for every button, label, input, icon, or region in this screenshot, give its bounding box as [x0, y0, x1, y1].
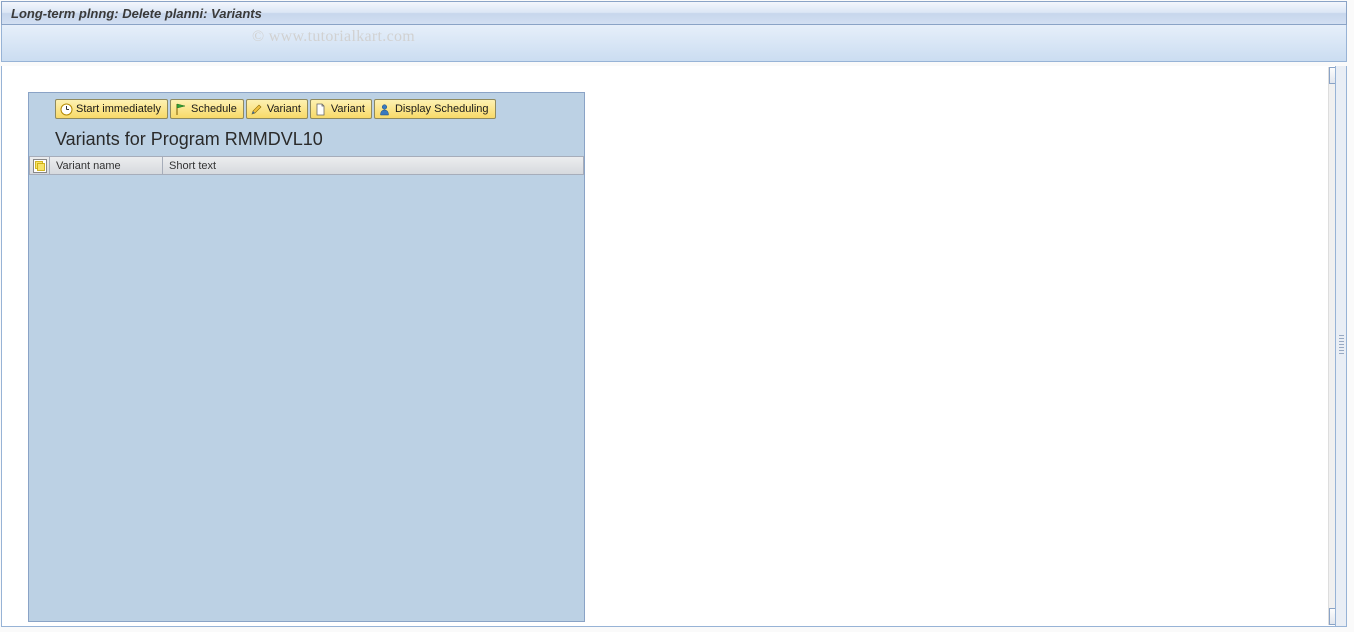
application-toolbar [1, 25, 1347, 62]
variants-panel: Start immediately Schedule [28, 92, 585, 622]
select-all-icon [33, 159, 47, 173]
document-icon [314, 102, 328, 116]
section-heading: Variants for Program RMMDVL10 [29, 125, 584, 156]
select-all-cell[interactable] [29, 156, 50, 175]
button-label: Start immediately [76, 103, 161, 115]
variant-edit-button[interactable]: Variant [246, 99, 308, 119]
clock-icon [59, 102, 73, 116]
column-header-variant-name[interactable]: Variant name [50, 156, 163, 175]
button-label: Display Scheduling [395, 103, 489, 115]
panel-button-toolbar: Start immediately Schedule [29, 93, 584, 125]
start-immediately-button[interactable]: Start immediately [55, 99, 168, 119]
variant-new-button[interactable]: Variant [310, 99, 372, 119]
flag-icon [174, 102, 188, 116]
column-header-short-text[interactable]: Short text [163, 156, 584, 175]
button-label: Schedule [191, 103, 237, 115]
schedule-button[interactable]: Schedule [170, 99, 244, 119]
button-label: Variant [267, 103, 301, 115]
button-label: Variant [331, 103, 365, 115]
resize-handle[interactable] [1335, 66, 1346, 626]
table-header-row: Variant name Short text [29, 156, 584, 175]
person-icon [378, 102, 392, 116]
pencil-icon [250, 102, 264, 116]
content-area: Start immediately Schedule [1, 66, 1347, 627]
window-title-bar: Long-term plnng: Delete planni: Variants [1, 1, 1347, 25]
display-scheduling-button[interactable]: Display Scheduling [374, 99, 496, 119]
window-title: Long-term plnng: Delete planni: Variants [11, 6, 262, 21]
